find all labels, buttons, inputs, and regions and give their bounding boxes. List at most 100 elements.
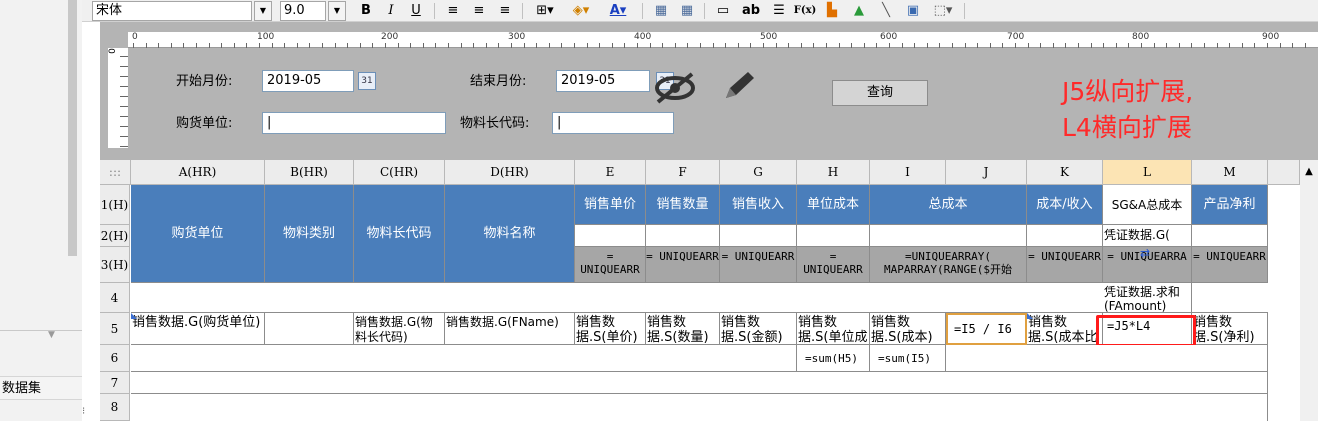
col-header-b[interactable]: B(HR) — [265, 160, 354, 185]
cell-j5[interactable]: =I5 / I6 — [946, 313, 1027, 345]
col-header-f[interactable]: F — [646, 160, 720, 185]
cell-f3[interactable]: = UNIQUEARR — [646, 247, 720, 283]
border-icon[interactable]: ⊞▾ — [530, 1, 560, 21]
query-button[interactable]: 查询 — [832, 80, 928, 106]
function-button[interactable]: F(x) — [793, 1, 817, 21]
cell-e5[interactable]: 销售数据.S(单价) — [575, 313, 646, 345]
col-header-c[interactable]: C(HR) — [354, 160, 445, 185]
cell-h6[interactable]: =sum(H5) — [797, 345, 870, 372]
left-panel-scrollbar[interactable] — [68, 0, 77, 256]
cell-f1[interactable]: 销售数量 — [646, 185, 720, 225]
merge-cells-icon[interactable]: ▦ — [650, 1, 672, 21]
cell-e1[interactable]: 销售单价 — [575, 185, 646, 225]
font-name-dropdown-icon[interactable]: ▼ — [254, 1, 272, 21]
col-header-a[interactable]: A(HR) — [131, 160, 265, 185]
cell-i6[interactable]: =sum(I5) — [870, 345, 946, 372]
collapse-arrow-icon[interactable]: ▼ — [48, 330, 55, 340]
cell-d5[interactable]: 销售数据.G(FName) — [445, 313, 575, 345]
row-header-5[interactable]: 5 — [100, 313, 130, 345]
col-header-g[interactable]: G — [720, 160, 797, 185]
cell-h1[interactable]: 单位成本 — [797, 185, 870, 225]
cell-b1-merged[interactable]: 物料类别 — [265, 185, 354, 283]
cell-m1[interactable]: 产品净利 — [1192, 185, 1268, 225]
text-tool-button[interactable]: ab — [738, 1, 764, 21]
supplier-input[interactable]: | — [262, 112, 446, 134]
cell-i5[interactable]: 销售数据.S(成本) — [870, 313, 946, 345]
align-left-icon[interactable]: ≡ — [442, 1, 464, 21]
fill-color-icon[interactable]: ◈▾ — [566, 1, 596, 21]
bold-button[interactable]: B — [356, 1, 376, 21]
font-size-select[interactable]: 9.0 — [280, 1, 326, 21]
font-color-icon[interactable]: A▾ — [602, 1, 634, 21]
start-calendar-icon[interactable]: 31 — [358, 72, 376, 90]
align-right-icon[interactable]: ≡ — [494, 1, 516, 21]
line-tool-icon[interactable]: ╲ — [874, 1, 898, 21]
cell-g3[interactable]: = UNIQUEARR — [720, 247, 797, 283]
cell-b5[interactable] — [265, 313, 354, 345]
cell-g5[interactable]: 销售数据.S(金额) — [720, 313, 797, 345]
underline-button[interactable]: U — [406, 1, 426, 21]
cell-g2[interactable] — [720, 225, 797, 247]
row-header-7[interactable]: 7 — [100, 372, 130, 394]
cell-c5[interactable]: 销售数据.G(物料长代码) — [354, 313, 445, 345]
cell-ij2[interactable] — [870, 225, 1027, 247]
col-header-d[interactable]: D(HR) — [445, 160, 575, 185]
cell-k3[interactable]: = UNIQUEARR — [1027, 247, 1103, 283]
cell-d1-merged[interactable]: 物料名称 — [445, 185, 575, 283]
cell-l1[interactable]: SG&A总成本 — [1103, 185, 1192, 225]
align-center-icon[interactable]: ≡ — [468, 1, 490, 21]
chart-icon[interactable]: ▙ — [820, 1, 844, 21]
cell-c1-merged[interactable]: 物料长代码 — [354, 185, 445, 283]
cell-h5[interactable]: 销售数据.S(单位成 — [797, 313, 870, 345]
cell-m3[interactable]: = UNIQUEARR — [1192, 247, 1268, 283]
dataset-tab[interactable]: 数据集 — [0, 376, 82, 400]
cell-a1-merged[interactable]: 购货单位 — [131, 185, 265, 283]
cell-k1[interactable]: 成本/收入 — [1027, 185, 1103, 225]
font-name-select[interactable]: 宋体 — [92, 1, 252, 21]
cell-ij1-merged[interactable]: 总成本 — [870, 185, 1027, 225]
cell-e2[interactable] — [575, 225, 646, 247]
row-header-4[interactable]: 4 — [100, 283, 130, 313]
cell-h3[interactable]: = UNIQUEARR — [797, 247, 870, 283]
scroll-up-icon[interactable]: ▲ — [1300, 160, 1318, 177]
grid-vertical-scrollbar[interactable]: ▲ — [1300, 160, 1318, 421]
cell-g1[interactable]: 销售收入 — [720, 185, 797, 225]
row-header-8[interactable]: 8 — [100, 394, 130, 421]
material-code-input[interactable]: | — [552, 112, 674, 134]
cell-l2[interactable]: 凭证数据.G( — [1103, 225, 1192, 247]
col-header-i[interactable]: I — [870, 160, 946, 185]
cell-a5[interactable]: 销售数据.G(购货单位) — [131, 313, 265, 345]
end-month-input[interactable]: 2019-05 — [556, 70, 650, 92]
cell-e3[interactable]: = UNIQUEARR — [575, 247, 646, 283]
cell-m5[interactable]: 销售数据.S(净利) — [1192, 313, 1268, 345]
cell-l4[interactable]: 凭证数据.求和(FAmount) — [1103, 283, 1192, 313]
cell-f5[interactable]: 销售数据.S(数量) — [646, 313, 720, 345]
col-header-j[interactable]: J — [946, 160, 1027, 185]
hide-eye-icon[interactable] — [650, 70, 700, 106]
col-header-l[interactable]: L — [1103, 160, 1192, 185]
border-style-icon[interactable]: ⬚▾ — [928, 1, 958, 21]
select-all-corner[interactable]: ::: — [100, 160, 131, 185]
splitter-handle-icon[interactable]: ⁝ — [82, 406, 85, 417]
start-month-input[interactable]: 2019-05 — [262, 70, 354, 92]
cell-ij3-merged[interactable]: =UNIQUEARRAY( MAPARRAY(RANGE($开始 — [870, 247, 1027, 283]
col-header-h[interactable]: H — [797, 160, 870, 185]
row-header-3[interactable]: 3(H) — [100, 247, 130, 283]
cell-h2[interactable] — [797, 225, 870, 247]
cell-f2[interactable] — [646, 225, 720, 247]
cell-k2[interactable] — [1027, 225, 1103, 247]
row-header-1[interactable]: 1(H) — [100, 185, 130, 225]
row-header-6[interactable]: 6 — [100, 345, 130, 372]
image-icon[interactable]: ▲ — [847, 1, 871, 21]
calculator-icon[interactable]: ▣ — [902, 1, 924, 21]
col-header-m[interactable]: M — [1192, 160, 1268, 185]
cell-k5[interactable]: 销售数据.S(成本比 — [1027, 313, 1103, 345]
col-header-k[interactable]: K — [1027, 160, 1103, 185]
pencil-icon[interactable] — [718, 68, 758, 104]
list-icon[interactable]: ☰ — [768, 1, 790, 21]
italic-button[interactable]: I — [381, 1, 401, 21]
textbox-icon[interactable]: ▭ — [712, 1, 734, 21]
col-header-e[interactable]: E — [575, 160, 646, 185]
split-cells-icon[interactable]: ▦ — [676, 1, 698, 21]
cell-m2[interactable] — [1192, 225, 1268, 247]
